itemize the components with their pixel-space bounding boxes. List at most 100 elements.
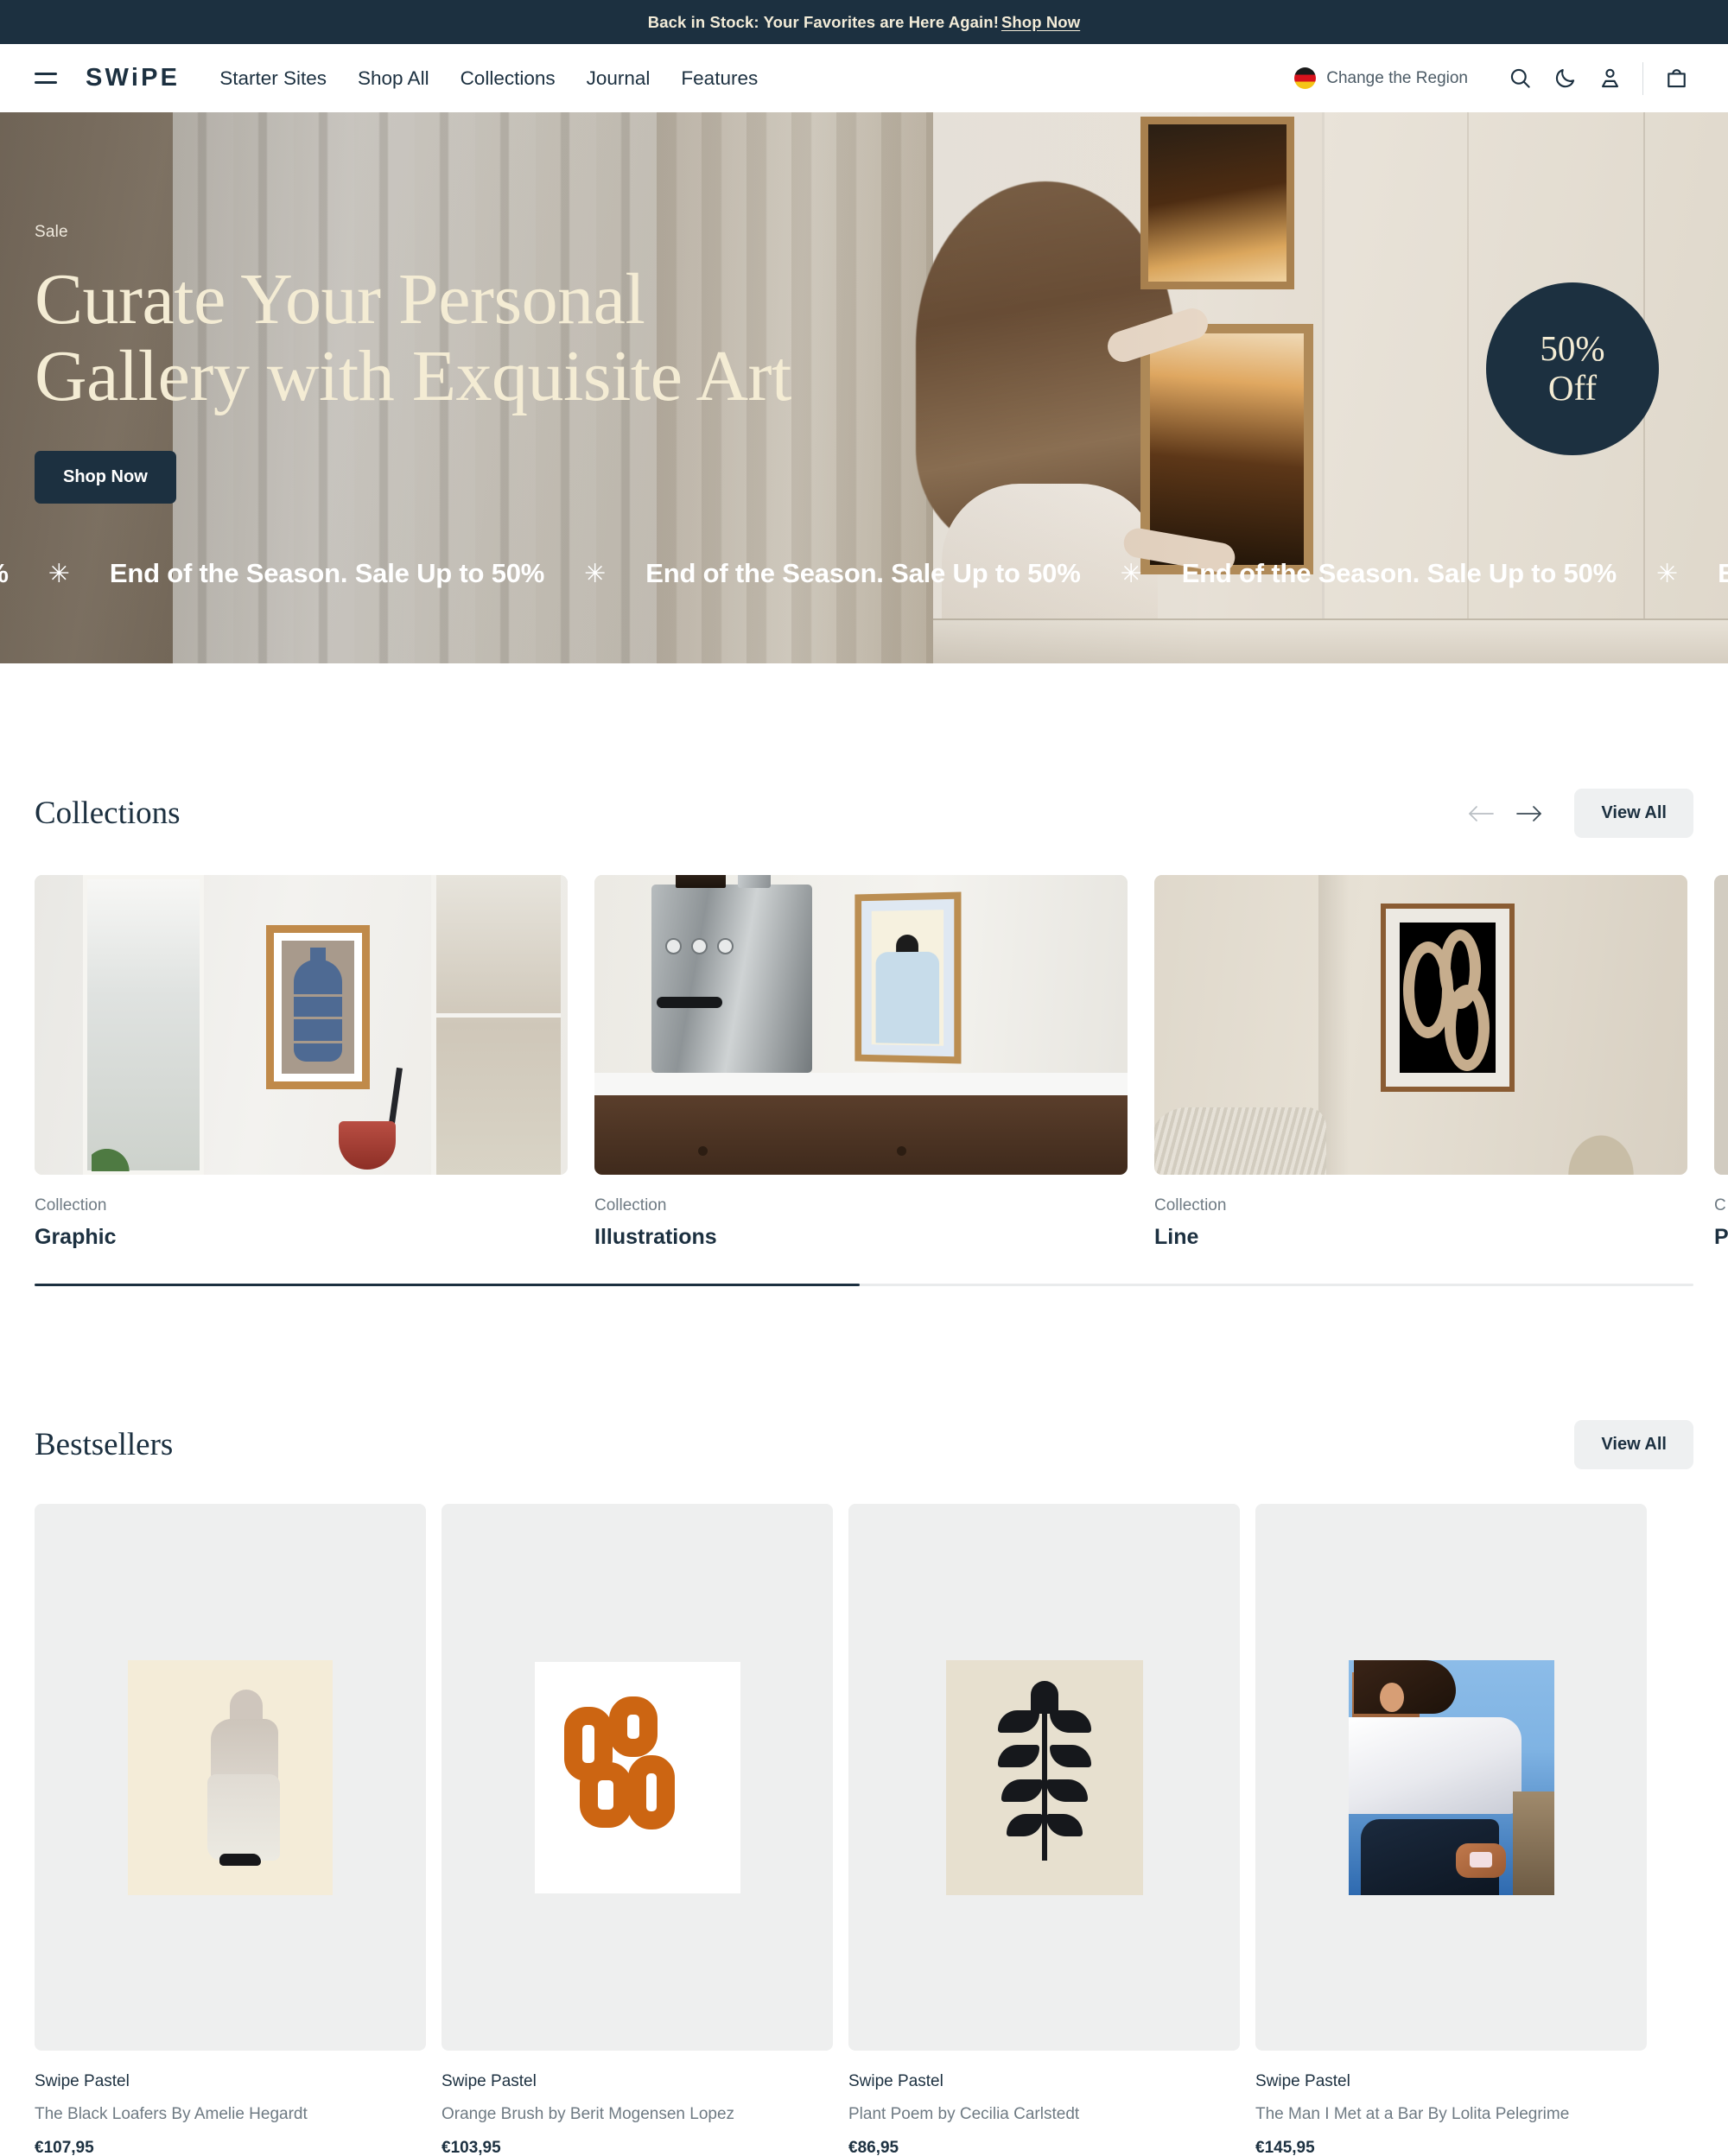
marquee-star-icon: ✳ xyxy=(1655,559,1679,588)
product-card-orange-brush[interactable]: Swipe Pastel Orange Brush by Berit Mogen… xyxy=(442,1504,833,2156)
collection-card-illustrations[interactable]: Collection Illustrations xyxy=(594,875,1128,1250)
hero-eyebrow: Sale xyxy=(35,223,68,241)
site-header: SWiPE Starter Sites Shop All Collections… xyxy=(0,44,1728,112)
product-meta: Swipe Pastel The Black Loafers By Amelie… xyxy=(35,2051,426,2156)
region-selector[interactable]: Change the Region xyxy=(1294,67,1468,89)
discount-badge: 50% Off xyxy=(1486,282,1659,455)
scene-kitchen-print xyxy=(594,875,1128,1175)
scene-dial xyxy=(691,938,708,954)
announcement-message: Back in Stock: Your Favorites are Here A… xyxy=(647,12,999,31)
bestsellers-view-all-button[interactable]: View All xyxy=(1574,1420,1693,1469)
hamburger-bar xyxy=(35,81,57,84)
hero-content: Sale Curate Your Personal Gallery with E… xyxy=(35,223,812,504)
nav-item-shop-all[interactable]: Shop All xyxy=(358,67,429,90)
scene-portafilter xyxy=(657,997,722,1008)
bestsellers-section: Bestsellers View All Swipe Pastel The Bl… xyxy=(0,1420,1728,2156)
scene-figure-body xyxy=(875,951,940,1044)
carousel-scrollbar-track[interactable] xyxy=(35,1284,1693,1286)
artwork-man-shirt xyxy=(1348,1716,1522,1814)
announcement-bar: Back in Stock: Your Favorites are Here A… xyxy=(0,0,1728,44)
scene-vase-body xyxy=(294,960,342,1062)
product-image-man-at-bar xyxy=(1255,1504,1647,2051)
scene-window-left xyxy=(83,875,204,1175)
artwork-plant-leaf xyxy=(1006,1813,1043,1836)
site-logo[interactable]: SWiPE xyxy=(86,64,180,92)
product-card-black-loafers[interactable]: Swipe Pastel The Black Loafers By Amelie… xyxy=(35,1504,426,2156)
scene-dial xyxy=(717,938,734,954)
scene-artwork-figure xyxy=(871,910,944,1046)
collection-name: Illustrations xyxy=(594,1225,717,1249)
scene-machine-dials xyxy=(665,938,734,954)
account-icon[interactable] xyxy=(1587,56,1632,101)
carousel-next-button[interactable] xyxy=(1505,789,1553,838)
collection-meta: Collection Graphic xyxy=(35,1175,568,1250)
artwork-man-hair xyxy=(1353,1659,1456,1714)
product-card-plant-poem[interactable]: Swipe Pastel Plant Poem by Cecilia Carls… xyxy=(848,1504,1240,2156)
artwork-brush-loop xyxy=(627,1754,675,1829)
product-image-black-loafers xyxy=(35,1504,426,2051)
hamburger-icon[interactable] xyxy=(35,70,60,87)
artwork-brush-loop xyxy=(608,1696,658,1757)
artwork-plant-leaf xyxy=(1045,1779,1088,1802)
product-brand: Swipe Pastel xyxy=(848,2072,943,2090)
hero-shop-now-button[interactable]: Shop Now xyxy=(35,451,176,504)
marquee-track: to 50% ✳ End of the Season. Sale Up to 5… xyxy=(0,558,1728,589)
product-price: €145,95 xyxy=(1255,2139,1315,2156)
scene-room-vase xyxy=(35,875,568,1175)
discount-badge-off: Off xyxy=(1547,368,1598,408)
scene-beige-wall-print xyxy=(1154,875,1687,1175)
product-brand: Swipe Pastel xyxy=(35,2072,130,2090)
collections-carousel[interactable]: Collection Graphic Collection Illustrati… xyxy=(35,875,1728,1250)
scene-dial xyxy=(665,938,682,954)
bestsellers-title: Bestsellers xyxy=(35,1427,174,1462)
collection-name: Line xyxy=(1154,1225,1199,1249)
bestsellers-controls: View All xyxy=(1553,1420,1693,1469)
artwork-figure-robe-lower xyxy=(207,1773,280,1861)
collection-kicker: Collection xyxy=(594,1196,667,1214)
artwork-plant-leaf xyxy=(1001,1779,1043,1802)
main-navigation: Starter Sites Shop All Collections Journ… xyxy=(219,67,758,90)
scene-framed-artwork xyxy=(266,925,370,1089)
product-price: €103,95 xyxy=(442,2139,501,2156)
scene-vase-stripe xyxy=(293,1017,343,1019)
bestsellers-header: Bestsellers View All xyxy=(35,1420,1693,1469)
artwork-orange-brush xyxy=(534,1661,740,1893)
discount-badge-percent: 50% xyxy=(1540,328,1605,369)
scene-artwork-vase xyxy=(282,941,354,1074)
scene-armchair xyxy=(1154,1107,1326,1175)
product-name: Orange Brush by Berit Mogensen Lopez xyxy=(442,2105,735,2123)
product-price: €107,95 xyxy=(35,2139,94,2156)
nav-item-journal[interactable]: Journal xyxy=(587,67,651,90)
product-meta: Swipe Pastel The Man I Met at a Bar By L… xyxy=(1255,2051,1647,2156)
announcement-shop-now-link[interactable]: Shop Now xyxy=(1001,13,1080,31)
collection-card-line[interactable]: Collection Line xyxy=(1154,875,1687,1250)
nav-item-starter-sites[interactable]: Starter Sites xyxy=(219,67,327,90)
marquee-item: to 50% xyxy=(0,558,40,589)
moon-icon[interactable] xyxy=(1542,56,1587,101)
marquee-item: End of the Season. Sale Up to 50% xyxy=(1181,558,1617,588)
collections-view-all-button[interactable]: View All xyxy=(1574,789,1693,838)
nav-item-features[interactable]: Features xyxy=(681,67,758,90)
product-meta: Swipe Pastel Orange Brush by Berit Mogen… xyxy=(442,2051,833,2156)
artwork-plant-stem xyxy=(1041,1689,1047,1861)
artwork-brush-loop xyxy=(579,1761,632,1828)
artwork-plant-tip xyxy=(1030,1680,1058,1714)
artwork-man-at-bar xyxy=(1348,1659,1554,1895)
shopping-bag-icon[interactable] xyxy=(1654,56,1699,101)
collection-card-graphic[interactable]: Collection Graphic xyxy=(35,875,568,1250)
carousel-scrollbar-thumb[interactable] xyxy=(35,1284,860,1286)
carousel-prev-button[interactable] xyxy=(1457,789,1505,838)
nav-item-collections[interactable]: Collections xyxy=(461,67,556,90)
scene-espresso-machine xyxy=(651,875,812,1073)
collection-card-partial[interactable]: C P xyxy=(1714,875,1728,1250)
scene-drawer-knob xyxy=(698,1146,708,1156)
product-price: €86,95 xyxy=(848,2139,899,2156)
product-card-man-at-bar[interactable]: Swipe Pastel The Man I Met at a Bar By L… xyxy=(1255,1504,1647,2156)
product-name: Plant Poem by Cecilia Carlstedt xyxy=(848,2105,1080,2123)
artwork-plant-leaf xyxy=(1045,1813,1083,1836)
collection-image-illustrations xyxy=(594,875,1128,1175)
collection-image-partial xyxy=(1714,875,1728,1175)
region-label: Change the Region xyxy=(1326,68,1468,87)
product-name: The Black Loafers By Amelie Hegardt xyxy=(35,2105,308,2123)
search-icon[interactable] xyxy=(1497,56,1542,101)
